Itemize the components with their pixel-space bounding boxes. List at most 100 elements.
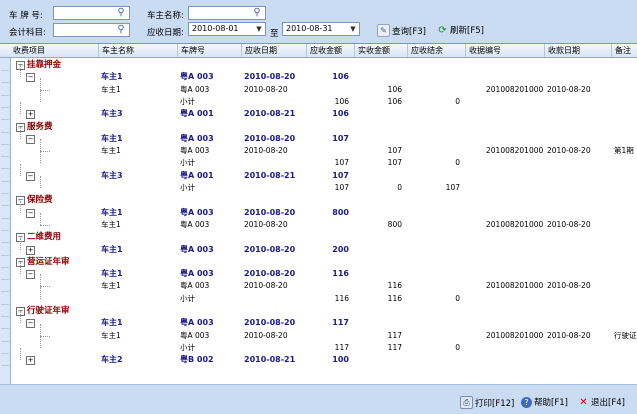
date-to-picker[interactable]: 2010-08-31 ▼ bbox=[282, 22, 360, 36]
row-selector[interactable] bbox=[1, 330, 9, 342]
group-row[interactable]: + 车主2 粤B 002 2010-08-21 100 bbox=[10, 348, 637, 366]
subject-search-icon[interactable]: ⚲ bbox=[114, 24, 128, 36]
header-item[interactable]: 收费项目 bbox=[10, 44, 99, 57]
row-selector[interactable] bbox=[1, 280, 9, 293]
row-selector[interactable] bbox=[1, 170, 9, 182]
collapse-icon[interactable]: − bbox=[26, 270, 35, 280]
header-receipt-no[interactable]: 收据编号 bbox=[466, 44, 545, 57]
owner-cell: 车主1 bbox=[101, 84, 121, 94]
row-selector[interactable] bbox=[1, 354, 9, 367]
query-button[interactable]: ✎ 查询[F3] bbox=[377, 24, 426, 37]
print-button[interactable]: ⎙ 打印[F12] bbox=[460, 396, 514, 409]
group-row[interactable]: − 车主1 粤A 003 2010-08-20 107 bbox=[10, 126, 637, 145]
tree-line bbox=[40, 286, 41, 299]
due-amount-cell: 200 bbox=[332, 244, 349, 254]
category-row[interactable]: − 二维费用 bbox=[10, 231, 637, 243]
tree-line bbox=[20, 237, 21, 250]
detail-row[interactable]: 车主1 粤A 003 2010-08-20 800 201008201000 2010-0… bbox=[10, 212, 637, 231]
header-due-amount[interactable]: 应收金额 bbox=[307, 44, 355, 57]
owner-input[interactable]: ⚲ bbox=[188, 6, 266, 20]
collapse-icon[interactable]: − bbox=[26, 208, 35, 218]
header-owner[interactable]: 车主名称 bbox=[99, 44, 178, 57]
expand-icon[interactable]: + bbox=[26, 110, 35, 120]
detail-row[interactable]: 车主1 粤A 003 2010-08-20 107 201008201000 2010-0… bbox=[10, 139, 637, 157]
row-selector[interactable] bbox=[1, 268, 9, 281]
category-row[interactable]: − 保险费 bbox=[10, 194, 637, 206]
collapse-icon[interactable]: − bbox=[26, 73, 35, 83]
chevron-down-icon[interactable]: ▼ bbox=[254, 24, 264, 34]
row-selector[interactable] bbox=[1, 71, 9, 84]
row-selector[interactable] bbox=[1, 133, 9, 145]
collapse-icon[interactable]: − bbox=[26, 319, 35, 329]
group-row[interactable]: − 车主3 粤A 001 2010-08-21 107 bbox=[10, 163, 637, 182]
row-selector[interactable] bbox=[1, 145, 9, 158]
row-selector[interactable] bbox=[1, 207, 9, 219]
chevron-down-icon[interactable]: ▼ bbox=[348, 24, 358, 34]
subject-input[interactable]: ⚲ bbox=[53, 23, 130, 37]
exit-button[interactable]: ✕ 退出[F4] bbox=[578, 396, 625, 409]
refresh-button-label: 刷新[F5] bbox=[450, 26, 484, 36]
group-row[interactable]: − 车主1 粤A 003 2010-08-20 116 bbox=[10, 262, 637, 280]
subtotal-row[interactable]: 小计 116 116 0 bbox=[10, 286, 637, 305]
category-label: 营运证年审 bbox=[27, 256, 70, 267]
due-amount-cell: 116 bbox=[334, 293, 349, 303]
header-balance[interactable]: 应收结余 bbox=[408, 44, 466, 57]
subtotal-row[interactable]: 小计 107 107 0 bbox=[10, 151, 637, 169]
category-row[interactable]: − 营运证年审 bbox=[10, 256, 637, 268]
balance-cell: 0 bbox=[455, 158, 460, 168]
row-selector[interactable] bbox=[1, 317, 9, 330]
owner-search-icon[interactable]: ⚲ bbox=[250, 7, 264, 19]
exit-icon: ✕ bbox=[579, 396, 588, 408]
due-amount-cell: 100 bbox=[332, 355, 349, 365]
row-selector[interactable] bbox=[1, 219, 9, 231]
group-row[interactable]: + 车主3 粤A 001 2010-08-21 106 bbox=[10, 102, 637, 120]
group-row[interactable]: − 车主1 粤A 003 2010-08-20 800 bbox=[10, 200, 637, 219]
plate-cell: 粤A 003 bbox=[180, 330, 210, 340]
row-selector[interactable] bbox=[1, 108, 9, 121]
plate-input[interactable]: ⚲ bbox=[53, 6, 130, 20]
detail-row[interactable]: 车主1 粤A 003 2010-08-20 116 201008201000 2010-0… bbox=[10, 274, 637, 292]
row-selector[interactable] bbox=[1, 342, 9, 354]
date-from-picker[interactable]: 2010-08-01 ▼ bbox=[188, 22, 266, 36]
due-date-cell: 2010-08-20 bbox=[244, 84, 288, 94]
row-selector[interactable] bbox=[1, 121, 9, 133]
collapse-icon[interactable]: − bbox=[26, 171, 35, 181]
expand-icon[interactable]: + bbox=[26, 356, 35, 366]
header-note[interactable]: 备注 bbox=[612, 44, 637, 57]
row-selector[interactable] bbox=[1, 157, 9, 170]
group-row[interactable]: − 车主1 粤A 003 2010-08-20 117 bbox=[10, 311, 637, 329]
help-button[interactable]: ? 帮助[F1] bbox=[521, 396, 568, 408]
row-selector[interactable] bbox=[1, 194, 9, 207]
category-row[interactable]: − 挂靠押金 bbox=[10, 59, 637, 71]
row-selector[interactable] bbox=[1, 305, 9, 317]
row-selector[interactable] bbox=[1, 256, 9, 268]
plate-search-icon[interactable]: ⚲ bbox=[114, 7, 128, 19]
row-selector[interactable] bbox=[1, 244, 9, 256]
collapse-icon[interactable]: − bbox=[26, 134, 35, 144]
refresh-icon: ⟳ bbox=[438, 24, 447, 36]
header-receipt-date[interactable]: 收款日期 bbox=[545, 44, 612, 57]
row-selector[interactable] bbox=[1, 96, 9, 108]
subtotal-row[interactable]: 小计 106 106 0 bbox=[10, 89, 637, 108]
header-due-date[interactable]: 应收日期 bbox=[242, 44, 307, 57]
row-selector[interactable] bbox=[1, 84, 9, 96]
group-row[interactable]: − 车主1 粤A 003 2010-08-20 106 bbox=[10, 65, 637, 83]
due-date-cell: 2010-08-20 bbox=[244, 72, 296, 82]
row-selector[interactable] bbox=[1, 182, 9, 194]
fee-grid[interactable]: 收费项目 车主名称 车牌号 应收日期 应收金额 实收金额 应收结余 收据编号 收款日期 备注 − 挂… bbox=[0, 43, 637, 384]
category-row[interactable]: − 行驶证年审 bbox=[10, 305, 637, 317]
detail-row[interactable]: 车主1 粤A 003 2010-08-20 117 201008201000 2010-0… bbox=[10, 323, 637, 342]
refresh-button[interactable]: ⟳ 刷新[F5] bbox=[437, 24, 484, 37]
row-selector[interactable] bbox=[1, 293, 9, 305]
category-row[interactable]: − 服务费 bbox=[10, 121, 637, 133]
row-selector[interactable] bbox=[1, 231, 9, 244]
subtotal-row[interactable]: 小计 117 117 0 bbox=[10, 335, 637, 354]
header-paid-amount[interactable]: 实收金额 bbox=[355, 44, 408, 57]
detail-row[interactable]: 车主1 粤A 003 2010-08-20 106 201008201000 2010-0… bbox=[10, 77, 637, 96]
header-plate[interactable]: 车牌号 bbox=[178, 44, 242, 57]
expand-icon[interactable]: + bbox=[26, 245, 35, 255]
row-selector[interactable] bbox=[1, 59, 9, 71]
plate-cell: 粤A 003 bbox=[180, 281, 210, 291]
group-row[interactable]: + 车主1 粤A 003 2010-08-20 200 bbox=[10, 237, 637, 256]
subtotal-row[interactable]: 小计 107 0 107 bbox=[10, 176, 637, 194]
